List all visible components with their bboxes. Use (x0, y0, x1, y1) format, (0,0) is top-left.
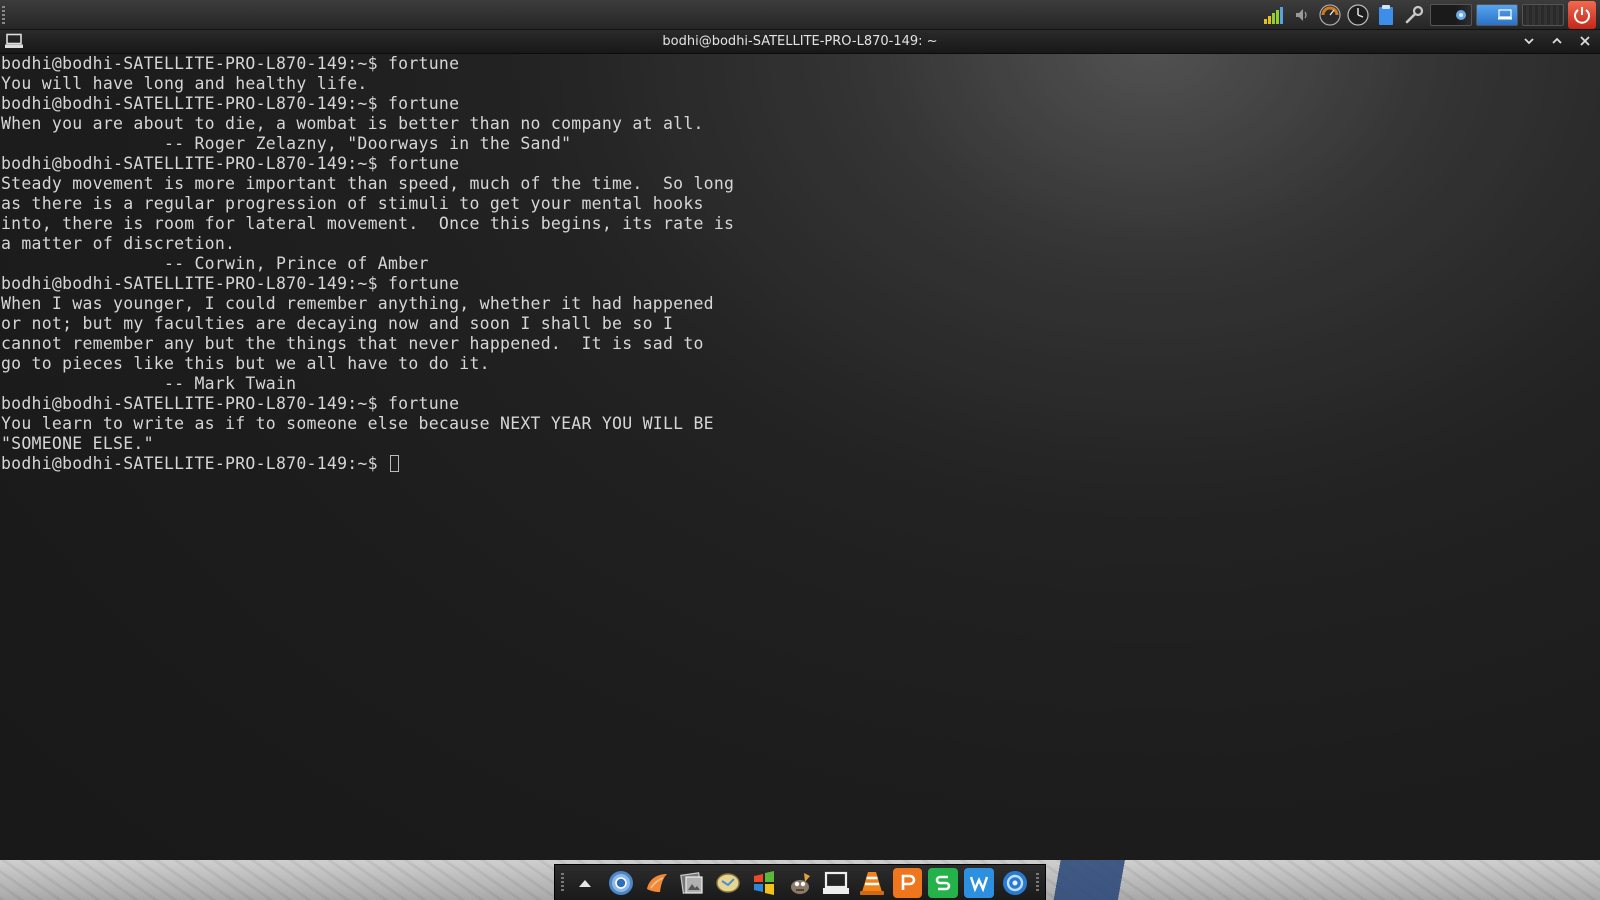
terminal-output[interactable]: bodhi@bodhi-SATELLITE-PRO-L870-149:~$ fo… (0, 54, 1600, 860)
window-controls (1520, 32, 1594, 50)
clipboard-icon[interactable] (1374, 3, 1398, 27)
window-titlebar[interactable]: bodhi@bodhi-SATELLITE-PRO-L870-149: ~ (0, 30, 1600, 54)
panel-grip[interactable] (2, 6, 5, 24)
show-desktop-button[interactable] (570, 868, 600, 898)
minimize-button[interactable] (1520, 32, 1538, 50)
terminal-icon (822, 871, 849, 894)
gimp-launcher[interactable] (785, 868, 815, 898)
settings-wrench-icon[interactable] (1402, 3, 1426, 27)
triangle-up-icon (578, 879, 591, 887)
terminal-launcher[interactable] (821, 868, 851, 898)
window-title: bodhi@bodhi-SATELLITE-PRO-L870-149: ~ (662, 34, 938, 49)
windows-app-launcher[interactable] (749, 868, 779, 898)
terminal-line: bodhi@bodhi-SATELLITE-PRO-L870-149:~$ fo… (1, 394, 460, 413)
terminal-line: -- Roger Zelazny, "Doorways in the Sand" (1, 134, 572, 153)
image-viewer-launcher[interactable] (678, 868, 708, 898)
workspace-2-slot[interactable] (1522, 4, 1564, 26)
terminal-line: You learn to write as if to someone else… (1, 414, 714, 433)
terminal-line: or not; but my faculties are decaying no… (1, 314, 674, 333)
chevron-down-icon (1524, 38, 1534, 45)
terminal-line: "SOMEONE ELSE." (1, 434, 154, 453)
terminal-line: When you are about to die, a wombat is b… (1, 114, 704, 133)
wps-writer-launcher[interactable] (964, 867, 995, 898)
dock (554, 864, 1046, 900)
vlc-cone-icon (859, 871, 884, 895)
terminal-line: into, there is room for lateral movement… (1, 214, 735, 233)
image-editor-icon (716, 872, 740, 893)
signal-bars-icon[interactable] (1262, 3, 1286, 27)
clock-icon[interactable] (1346, 3, 1370, 27)
terminal-icon[interactable] (5, 33, 23, 49)
wps-spreadsheets-launcher[interactable] (928, 867, 959, 898)
chromium-icon (608, 870, 633, 895)
network-icon[interactable] (1430, 4, 1472, 26)
close-icon (1580, 36, 1590, 46)
terminal-prompt: bodhi@bodhi-SATELLITE-PRO-L870-149:~$ (1, 454, 388, 473)
terminal-line: You will have long and healthy life. (1, 74, 368, 93)
terminal-line: cannot remember any but the things that … (1, 334, 704, 353)
terminal-window: bodhi@bodhi-SATELLITE-PRO-L870-149: ~ bo… (0, 30, 1600, 860)
terminal-line: bodhi@bodhi-SATELLITE-PRO-L870-149:~$ fo… (1, 274, 460, 293)
desktop: bodhi@bodhi-SATELLITE-PRO-L870-149: ~ bo… (0, 0, 1600, 900)
browser-globe-icon (1003, 870, 1028, 895)
dock-grip[interactable] (561, 872, 564, 893)
system-tray (1262, 0, 1600, 30)
maximize-button[interactable] (1548, 32, 1566, 50)
image-viewer-icon (680, 871, 704, 894)
close-button[interactable] (1576, 32, 1594, 50)
top-panel (0, 0, 1600, 30)
cpu-meter-icon[interactable] (1318, 3, 1342, 27)
terminal-line: bodhi@bodhi-SATELLITE-PRO-L870-149:~$ fo… (1, 154, 460, 173)
vlc-launcher[interactable] (857, 868, 887, 898)
wps-presentation-icon (901, 874, 915, 890)
file-manager-icon (646, 873, 667, 892)
terminal-line: bodhi@bodhi-SATELLITE-PRO-L870-149:~$ fo… (1, 94, 460, 113)
terminal-line: as there is a regular progression of sti… (1, 194, 704, 213)
volume-icon[interactable] (1290, 3, 1314, 27)
wps-presentation-launcher[interactable] (892, 867, 923, 898)
image-editor-launcher[interactable] (713, 868, 743, 898)
terminal-line: Steady movement is more important than s… (1, 174, 735, 193)
terminal-line: bodhi@bodhi-SATELLITE-PRO-L870-149:~$ fo… (1, 54, 460, 73)
wps-spreadsheets-icon (936, 875, 951, 890)
terminal-line: go to pieces like this but we all have t… (1, 354, 490, 373)
chromium-launcher[interactable] (606, 868, 636, 898)
file-manager-launcher[interactable] (642, 868, 672, 898)
chevron-up-icon (1552, 37, 1562, 44)
terminal-prompt-line[interactable]: bodhi@bodhi-SATELLITE-PRO-L870-149:~$ (1, 454, 1600, 474)
dock-grip-right[interactable] (1035, 872, 1039, 893)
four-color-flag-icon (754, 870, 775, 895)
terminal-line: a matter of discretion. (1, 234, 236, 253)
terminal-cursor (390, 455, 399, 472)
gimp-icon (790, 872, 810, 894)
terminal-line: When I was younger, I could remember any… (1, 294, 714, 313)
browser-launcher[interactable] (1000, 868, 1030, 898)
power-icon[interactable] (1568, 1, 1596, 29)
terminal-line: -- Mark Twain (1, 374, 297, 393)
wps-writer-icon (970, 876, 989, 892)
terminal-line: -- Corwin, Prince of Amber (1, 254, 429, 273)
workspace-switcher-icon[interactable] (1476, 4, 1518, 26)
